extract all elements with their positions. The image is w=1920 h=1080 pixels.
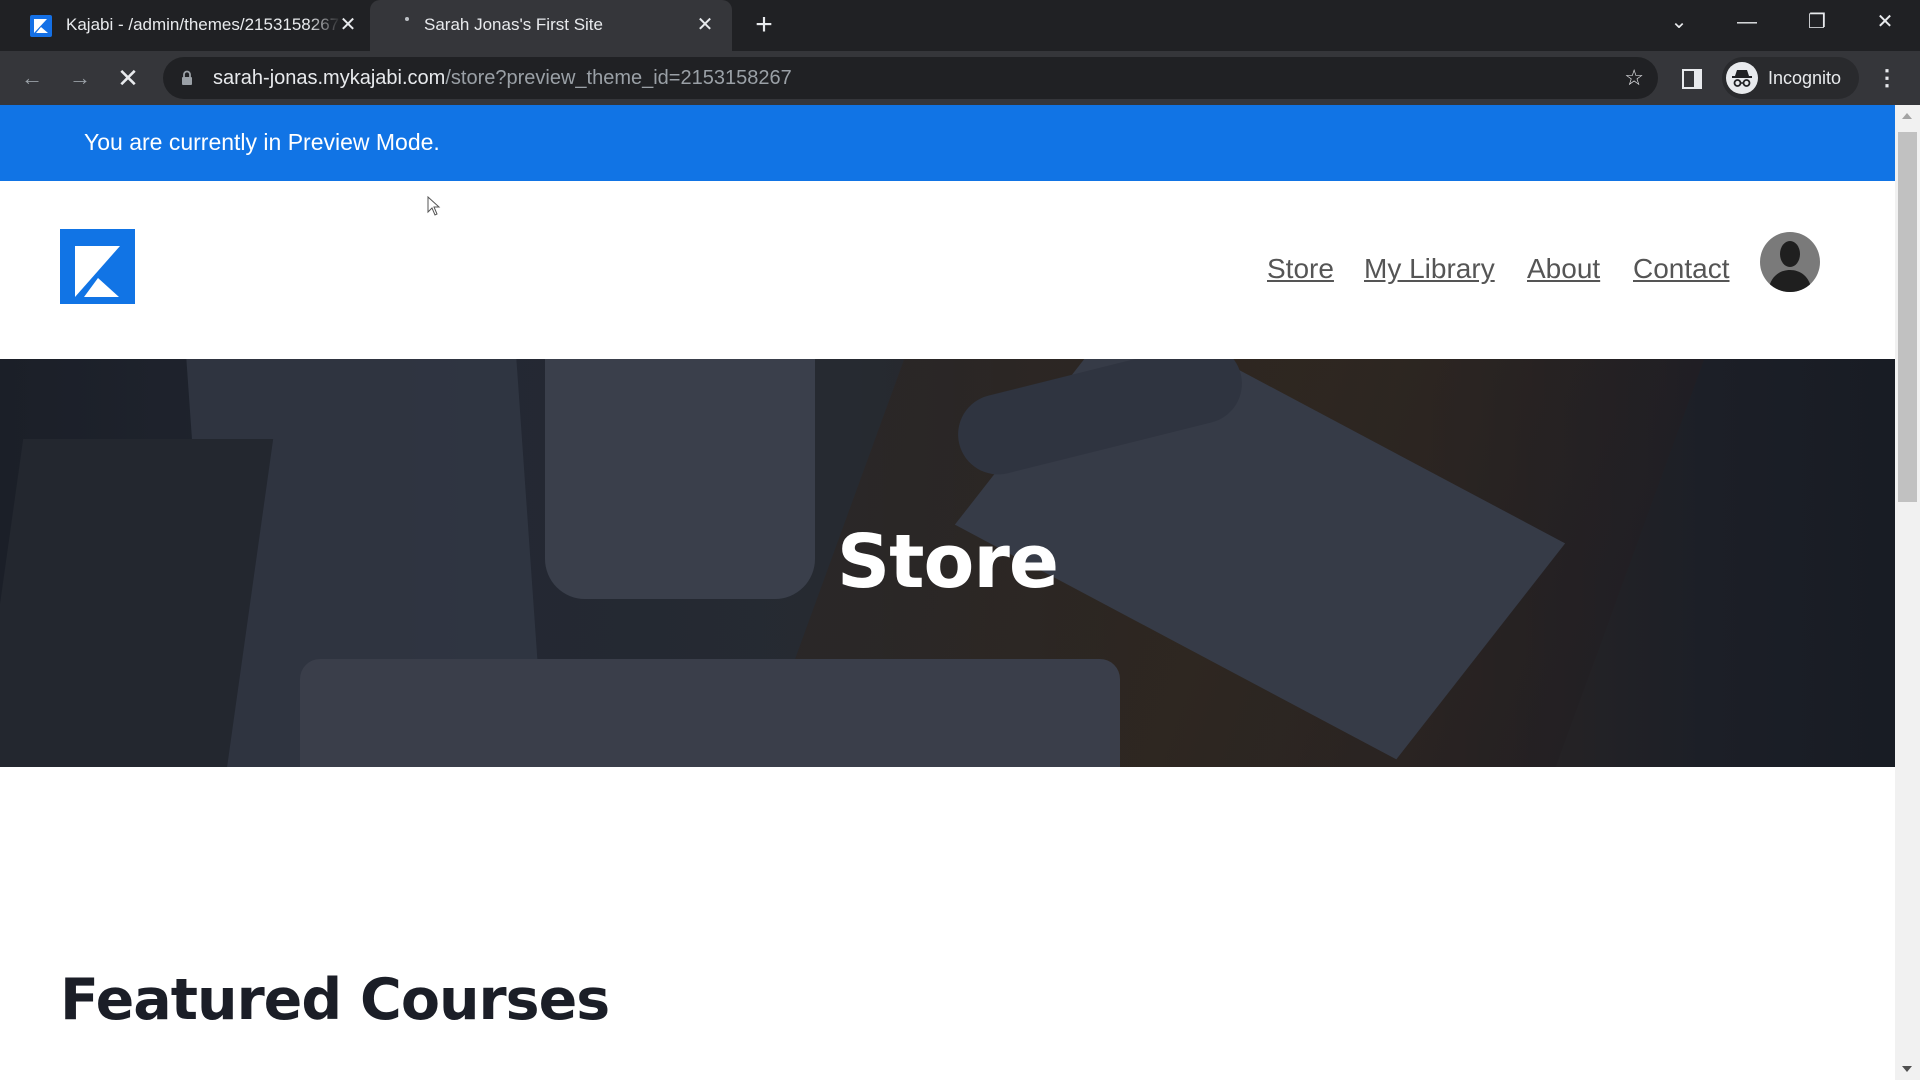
tab-sarah-jonas-site[interactable]: Sarah Jonas's First Site ✕ [370,0,732,51]
user-avatar[interactable] [1760,232,1820,292]
new-tab-button[interactable]: + [750,10,778,40]
nav-about[interactable]: About [1527,253,1600,285]
person-silhouette-icon [1768,241,1812,292]
kajabi-logo-icon [75,246,120,297]
site-logo[interactable] [60,229,135,304]
incognito-profile-button[interactable]: Incognito [1722,57,1859,99]
browser-toolbar: ← → ✕ sarah-jonas.mykajabi.com/store?pre… [0,51,1920,105]
tab-strip: Kajabi - /admin/themes/2153158267 ✕ Sara… [0,0,1920,51]
site-header: Store My Library About Contact [0,181,1895,359]
back-button[interactable]: ← [17,63,47,93]
url-text[interactable]: sarah-jonas.mykajabi.com/store?preview_t… [213,67,792,90]
bookmark-star-icon[interactable]: ☆ [1624,65,1644,91]
tab-search-icon[interactable]: ⌄ [1659,8,1699,36]
kajabi-logo-icon [30,15,52,37]
minimize-icon[interactable]: — [1727,8,1767,36]
nav-my-library[interactable]: My Library [1364,253,1495,285]
lock-icon [182,70,192,85]
window-close-icon[interactable]: ✕ [1865,8,1905,36]
close-tab-icon[interactable]: ✕ [336,13,360,37]
tab-title: Kajabi - /admin/themes/2153158267 [66,15,340,34]
stop-loading-button[interactable]: ✕ [113,63,143,93]
preview-mode-banner: You are currently in Preview Mode. [0,105,1895,181]
address-bar[interactable]: sarah-jonas.mykajabi.com/store?preview_t… [163,57,1658,99]
hero-laptop-shape [300,659,1120,767]
preview-mode-text: You are currently in Preview Mode. [84,129,440,155]
incognito-icon [1726,62,1758,94]
scroll-down-arrow-icon[interactable] [1902,1066,1912,1072]
page-scrollbar[interactable] [1895,105,1920,1080]
side-panel-icon[interactable] [1682,69,1702,89]
tab-kajabi-admin[interactable]: Kajabi - /admin/themes/2153158267 ✕ [16,0,366,51]
featured-courses-heading: Featured Courses [60,967,610,1033]
close-tab-icon[interactable]: ✕ [693,13,717,37]
hero-banner: Store [0,359,1895,767]
page-viewport: You are currently in Preview Mode. Store… [0,105,1895,1080]
scroll-up-arrow-icon[interactable] [1902,113,1912,119]
nav-store[interactable]: Store [1267,253,1334,285]
tab-title: Sarah Jonas's First Site [424,15,603,34]
nav-contact[interactable]: Contact [1633,253,1730,285]
incognito-label: Incognito [1768,68,1842,88]
restore-icon[interactable]: ❐ [1797,8,1837,36]
loading-icon [405,17,409,21]
forward-button[interactable]: → [65,63,95,93]
scrollbar-thumb[interactable] [1898,132,1917,502]
hero-title: Store [836,519,1059,605]
mouse-cursor-icon [427,196,441,216]
browser-menu-icon[interactable]: ⋮ [1876,63,1898,93]
